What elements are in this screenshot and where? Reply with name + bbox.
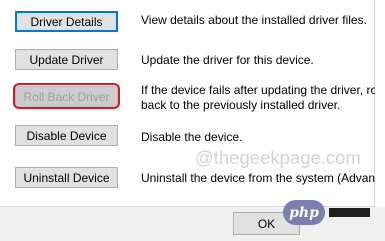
driver-panel: Driver Details View details about the in… (0, 0, 385, 207)
watermark-text: @thegeekpage.com (195, 147, 361, 168)
driver-details-description-line: View details about the installed driver … (141, 13, 367, 27)
php-logo-badge: php (283, 200, 325, 225)
uninstall-device-description: Uninstall the device from the system (Ad… (141, 171, 385, 186)
dialog-footer (0, 207, 385, 241)
update-driver-description: Update the driver for this device. (141, 53, 314, 68)
dark-overlay-bar (329, 208, 370, 217)
disable-device-description-line: Disable the device. (141, 130, 243, 144)
driver-details-button[interactable]: Driver Details (15, 11, 118, 32)
device-properties-driver-tab: Driver Details View details about the in… (0, 0, 385, 241)
roll-back-description-line-2: back to the previously installed driver. (141, 97, 341, 112)
update-driver-description-line: Update the driver for this device. (141, 53, 314, 67)
roll-back-description-line-1: If the device fails after updating the d… (141, 83, 383, 97)
disable-device-button[interactable]: Disable Device (15, 125, 118, 146)
uninstall-device-description-line: Uninstall the device from the system (Ad… (141, 171, 385, 185)
uninstall-device-button[interactable]: Uninstall Device (15, 167, 118, 188)
roll-back-highlight-outline (13, 83, 120, 109)
disable-device-description: Disable the device. (141, 130, 242, 145)
roll-back-driver-description: If the device fails after updating the d… (141, 83, 382, 112)
update-driver-button[interactable]: Update Driver (15, 49, 118, 70)
driver-details-description: View details about the installed driver … (141, 13, 367, 28)
right-edge (375, 0, 385, 207)
